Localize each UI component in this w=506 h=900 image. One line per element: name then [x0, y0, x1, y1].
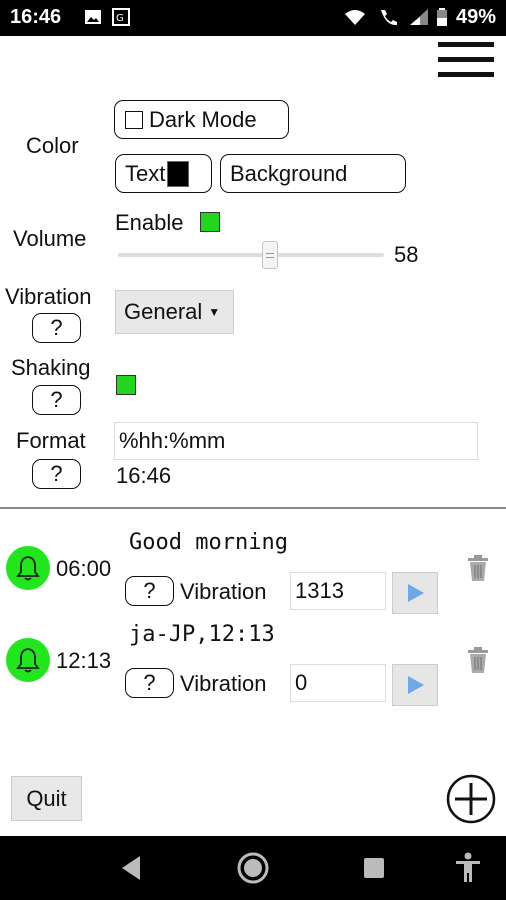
- shaking-help-label: ?: [50, 387, 63, 412]
- navigation-bar: [0, 836, 506, 900]
- dark-mode-label: Dark Mode: [149, 106, 257, 132]
- play-icon: [408, 584, 424, 602]
- menu-icon-bar: [438, 42, 494, 47]
- battery-percent: 49%: [455, 6, 496, 28]
- vibration-selected-value: General: [124, 299, 203, 324]
- recents-icon[interactable]: [356, 850, 392, 886]
- wifi-icon: [345, 10, 365, 25]
- alarm-message: ja-JP,12:13: [129, 622, 275, 647]
- alarm-play-button[interactable]: [392, 572, 438, 614]
- text-color-label: Text: [125, 160, 166, 186]
- divider: [0, 507, 506, 509]
- alarm-bell-button[interactable]: [6, 546, 50, 590]
- format-label: Format: [16, 428, 86, 453]
- quit-button[interactable]: Quit: [11, 776, 82, 821]
- menu-icon-bar: [438, 72, 494, 77]
- battery-icon: [437, 8, 447, 26]
- volume-enable-checkbox[interactable]: [200, 212, 220, 232]
- background-color-label: Background: [230, 160, 348, 186]
- alarm-vibration-value: 1313: [295, 578, 344, 603]
- svg-text:G: G: [116, 13, 124, 24]
- alarm-vibration-input[interactable]: 0: [290, 664, 386, 702]
- volume-enable-label: Enable: [115, 210, 184, 235]
- dark-mode-checkbox[interactable]: [125, 110, 143, 129]
- delete-icon[interactable]: [466, 646, 490, 674]
- delete-icon[interactable]: [466, 554, 490, 582]
- quit-label: Quit: [26, 785, 67, 811]
- format-input-value: %hh:%mm: [119, 428, 226, 453]
- alarm-message: Good morning: [129, 530, 288, 555]
- shaking-help-button[interactable]: ?: [32, 385, 81, 415]
- format-input[interactable]: %hh:%mm: [114, 422, 478, 460]
- bell-icon: [16, 648, 40, 673]
- text-color-swatch: [167, 160, 190, 187]
- alarm-vibration-label: Vibration: [180, 671, 267, 696]
- phone-icon: [381, 10, 397, 26]
- alarm-bell-button[interactable]: [6, 638, 50, 682]
- volume-slider-thumb[interactable]: [262, 241, 278, 269]
- background-color-button[interactable]: Background: [220, 154, 406, 193]
- alarm-help-button[interactable]: ?: [125, 576, 174, 606]
- dropdown-arrow-icon: ▼: [208, 305, 221, 319]
- format-help-button[interactable]: ?: [32, 459, 81, 489]
- shaking-checkbox[interactable]: [116, 375, 136, 395]
- alarm-help-label: ?: [143, 670, 156, 695]
- alarm-vibration-input[interactable]: 1313: [290, 572, 386, 610]
- dark-mode-toggle[interactable]: Dark Mode: [114, 100, 289, 139]
- volume-value: 58: [394, 242, 419, 267]
- alarm-vibration-value: 0: [295, 670, 308, 695]
- format-preview: 16:46: [116, 463, 172, 488]
- volume-slider-track[interactable]: [118, 253, 384, 257]
- alarm-help-label: ?: [143, 578, 156, 603]
- background-color-swatch: [349, 160, 376, 187]
- text-color-button[interactable]: Text: [115, 154, 212, 193]
- menu-button[interactable]: [436, 42, 496, 82]
- alarm-play-button[interactable]: [392, 664, 438, 706]
- vibration-help-label: ?: [50, 315, 63, 340]
- format-help-label: ?: [50, 461, 63, 486]
- vibration-help-button[interactable]: ?: [32, 313, 81, 343]
- menu-icon-bar: [438, 57, 494, 62]
- volume-label: Volume: [13, 226, 87, 251]
- alarm-time: 12:13: [56, 648, 112, 673]
- image-icon: [85, 10, 101, 24]
- add-alarm-button[interactable]: [446, 774, 496, 824]
- play-icon: [408, 676, 424, 694]
- alarm-time: 06:00: [56, 556, 112, 581]
- status-bar: 16:46 G 49%: [0, 0, 506, 36]
- shaking-label: Shaking: [11, 355, 91, 380]
- status-time: 16:46: [10, 6, 62, 28]
- alarm-vibration-label: Vibration: [180, 579, 267, 604]
- color-label: Color: [26, 133, 79, 158]
- bell-icon: [16, 556, 40, 581]
- home-icon[interactable]: [235, 850, 271, 886]
- vibration-label: Vibration: [5, 284, 92, 309]
- accessibility-icon[interactable]: [450, 850, 486, 886]
- alarm-help-button[interactable]: ?: [125, 668, 174, 698]
- back-icon[interactable]: [114, 850, 150, 886]
- signal-icon: [410, 9, 428, 25]
- translate-icon: G: [112, 8, 130, 26]
- vibration-select[interactable]: General ▼: [115, 290, 234, 334]
